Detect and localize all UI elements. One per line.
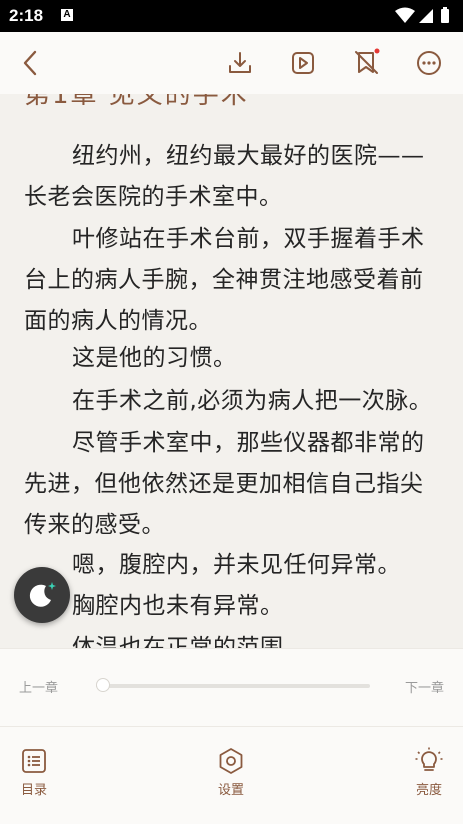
battery-icon — [441, 9, 449, 23]
bottom-nav: 目录 设置 亮度 — [0, 726, 463, 824]
nav-label: 亮度 — [415, 783, 442, 798]
hexagon-settings-icon — [219, 748, 243, 774]
system-status-icons — [395, 7, 449, 23]
chevron-left-icon — [23, 50, 37, 76]
reader-toolbar — [0, 32, 463, 94]
more-button[interactable] — [412, 46, 446, 80]
night-mode-button[interactable] — [14, 567, 70, 623]
lightbulb-icon — [415, 747, 443, 771]
bookmark-button[interactable] — [350, 46, 384, 80]
signal-icon — [419, 9, 433, 23]
chapter-progress-bar: 上一章 下一章 — [0, 648, 463, 726]
status-time: 2:18 — [9, 6, 44, 25]
wifi-icon — [395, 7, 415, 23]
nav-label: 目录 — [20, 783, 47, 798]
next-chapter-button[interactable]: 下一章 — [405, 677, 444, 696]
more-icon — [417, 51, 441, 75]
notification-a-icon: A — [61, 9, 73, 21]
audio-book-icon — [292, 52, 314, 74]
audio-book-button[interactable] — [286, 46, 320, 80]
paragraph: 体温也在正常的范围 — [72, 635, 284, 648]
download-button[interactable] — [223, 46, 257, 80]
paragraph: 胸腔内也未有异常。 — [72, 593, 284, 619]
prev-chapter-button[interactable]: 上一章 — [19, 677, 58, 696]
paragraph: 这是他的习惯。 — [72, 345, 237, 371]
back-button[interactable] — [14, 46, 48, 80]
paragraph: 纽约州，纽约最大最好的医院——长老会医院的手术室中。 — [24, 143, 425, 210]
status-bar: 2:18 A — [0, 0, 463, 32]
paragraph: 叶修站在手术台前，双手握着手术台上的病人手腕，全神贯注地感受着前面的病人的情况。 — [24, 226, 425, 334]
chapter-slider[interactable] — [96, 678, 370, 692]
badge-dot — [374, 48, 380, 54]
chapter-title: 第1章 见义的手术 — [24, 94, 249, 110]
moon-sparkle-icon — [29, 582, 56, 607]
nav-item-toc[interactable]: 目录 — [4, 747, 64, 798]
paragraph: 嗯，腹腔内，并未见任何异常。 — [72, 552, 401, 578]
paragraph: 在手术之前,必须为病人把一次脉。 — [72, 388, 433, 414]
nav-item-brightness[interactable]: 亮度 — [399, 747, 459, 798]
nav-item-settings[interactable]: 设置 — [201, 747, 261, 798]
reader-content[interactable]: 第1章 见义的手术 纽约州，纽约最大最好的医院——长老会医院的手术室中。 叶修站… — [0, 94, 463, 648]
download-icon — [229, 52, 251, 73]
nav-label: 设置 — [217, 783, 244, 798]
slider-thumb[interactable] — [96, 678, 110, 692]
list-icon — [22, 749, 46, 773]
status-icons — [395, 7, 453, 25]
bookmark-off-icon — [355, 48, 380, 74]
paragraph: 尽管手术室中，那些仪器都非常的先进，但他依然还是更加相信自己指尖传来的感受。 — [24, 430, 425, 538]
